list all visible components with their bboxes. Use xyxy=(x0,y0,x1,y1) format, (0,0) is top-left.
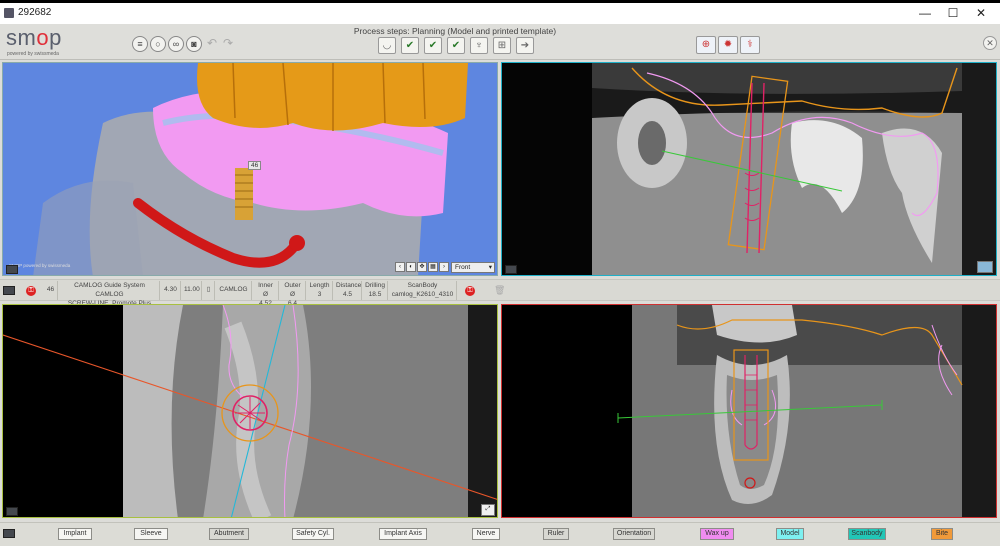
layer-bite-button[interactable]: Bite xyxy=(931,528,953,540)
trash-icon[interactable]: 🗑 xyxy=(494,285,505,296)
powered-by-label: powered by swissmeda xyxy=(7,51,59,57)
layer-model-button[interactable]: Model xyxy=(776,528,804,540)
fullscreen-icon[interactable]: ⤢ xyxy=(481,504,495,516)
viewport-ct-cross-section[interactable] xyxy=(501,304,997,518)
layer-safety-cylinder-button[interactable]: Safety Cyl. xyxy=(292,528,334,540)
smop-logo: smop xyxy=(6,25,62,50)
close-window-button[interactable]: ✕ xyxy=(968,5,994,21)
step-check1-button[interactable]: ✔ xyxy=(401,37,419,54)
tooth-number: 46 xyxy=(44,281,58,300)
layer-scanbody-button[interactable]: Scanbody xyxy=(848,528,886,540)
layer-waxup-button[interactable]: Wax up xyxy=(700,528,734,540)
view-prev-icon[interactable]: ‹ xyxy=(395,262,405,272)
step-model-button[interactable]: ◡ xyxy=(378,37,396,54)
layer-toggle-bar: Implant Sleeve Abutment Safety Cyl. Impl… xyxy=(0,522,1000,546)
sleeve-length: Length 3 xyxy=(307,281,333,300)
planning-tool1-icon[interactable]: ⊕ xyxy=(696,36,716,54)
layer-implant-button[interactable]: Implant xyxy=(58,528,92,540)
step-check2-button[interactable]: ✔ xyxy=(424,37,442,54)
chevron-down-icon: ▾ xyxy=(488,264,492,271)
implant-length: 11.00 xyxy=(182,281,202,300)
sleeve-distance: Distance 4.5 xyxy=(336,281,362,300)
view-rotate-icon[interactable]: ◐ xyxy=(406,262,416,272)
app-window: 292682 — ☐ ✕ smop powered by swissmeda ≡… xyxy=(0,0,1000,546)
layer-nerve-button[interactable]: Nerve xyxy=(472,528,500,540)
viewport-layout-icon[interactable] xyxy=(977,261,993,273)
process-steps-label: Process steps: Planning (Model and print… xyxy=(353,26,557,36)
list-icon[interactable]: ≡ xyxy=(132,36,148,52)
view-pan-icon[interactable]: ✥ xyxy=(417,262,427,272)
kit-icon: ▯ xyxy=(203,281,215,300)
implant-system[interactable]: CAMLOG Guide System CAMLOGSCREW-LINE, Pr… xyxy=(60,281,160,307)
close-case-icon[interactable]: ✕ xyxy=(983,36,997,50)
implant-diameter: 4.30 xyxy=(161,281,181,300)
step-export-button[interactable]: ➔ xyxy=(516,37,534,54)
title-bar: 292682 — ☐ ✕ xyxy=(0,0,1000,24)
planning-tool2-icon[interactable]: ✹ xyxy=(718,36,738,54)
watermark-label: SMOP powered by swissmeda xyxy=(9,263,71,268)
ct-axial-image xyxy=(3,305,497,517)
step-guide-button[interactable]: ♆ xyxy=(470,37,488,54)
layer-sleeve-button[interactable]: Sleeve xyxy=(134,528,168,540)
view-grid-icon[interactable]: ▦ xyxy=(428,262,438,272)
viewport-toggle-icon[interactable] xyxy=(6,507,18,516)
implant-info-bar: ⚿ 46 CAMLOG Guide System CAMLOGSCREW-LIN… xyxy=(0,279,1000,311)
scanbody-info: ScanBody camlog_K2610_4310 xyxy=(389,281,457,300)
outer-diameter: Outer Ø6.4 xyxy=(280,281,306,307)
window-title: 292682 xyxy=(18,7,52,18)
redo-icon[interactable]: ↷ xyxy=(220,36,236,52)
binoculars-icon[interactable]: ∞ xyxy=(168,36,184,52)
inner-diameter: Inner Ø4.52 xyxy=(253,281,279,307)
app-icon xyxy=(4,8,14,18)
viewport-ct-panoramic[interactable] xyxy=(501,62,997,276)
viewport-toggle-icon[interactable] xyxy=(6,265,18,274)
lock-icon[interactable]: ⚿ xyxy=(465,286,475,296)
undo-icon[interactable]: ↶ xyxy=(204,36,220,52)
layer-orientation-button[interactable]: Orientation xyxy=(613,528,655,540)
infobar-toggle-icon[interactable] xyxy=(3,286,15,295)
viewport-toggle-icon[interactable] xyxy=(505,265,517,274)
planning-tool3-icon[interactable]: ⚕ xyxy=(740,36,760,54)
camera-icon[interactable]: ◙ xyxy=(186,36,202,52)
layerbar-toggle-icon[interactable] xyxy=(3,529,15,538)
drilling-depth: Drilling 18.5 xyxy=(363,281,388,300)
ct-cross-section-image xyxy=(617,305,996,517)
step-check3-button[interactable]: ✔ xyxy=(447,37,465,54)
viewport-3d[interactable]: 46 SMOP powered by swissmeda ‹ ◐ ✥ ▦ › F… xyxy=(2,62,498,276)
step-template-button[interactable]: ⊞ xyxy=(493,37,511,54)
lock-icon[interactable]: ⚿ xyxy=(26,286,36,296)
ct-panoramic-image xyxy=(502,63,996,275)
tooth-number-label: 46 xyxy=(248,161,262,170)
lightbulb-icon[interactable]: ○ xyxy=(150,36,166,52)
maximize-button[interactable]: ☐ xyxy=(940,5,966,21)
view-next-icon[interactable]: › xyxy=(439,262,449,272)
minimize-button[interactable]: — xyxy=(912,5,938,21)
view-select[interactable]: Front ▾ xyxy=(451,262,495,273)
layer-implant-axis-button[interactable]: Implant Axis xyxy=(379,528,427,540)
main-toolbar: smop powered by swissmeda ≡ ○ ∞ ◙ ↶ ↷ Pr… xyxy=(0,24,1000,60)
kit-label: CAMLOG Kit xyxy=(216,281,252,311)
viewport-ct-axial[interactable]: ⤢ xyxy=(2,304,498,518)
layer-ruler-button[interactable]: Ruler xyxy=(543,528,569,540)
layer-abutment-button[interactable]: Abutment xyxy=(209,528,249,540)
